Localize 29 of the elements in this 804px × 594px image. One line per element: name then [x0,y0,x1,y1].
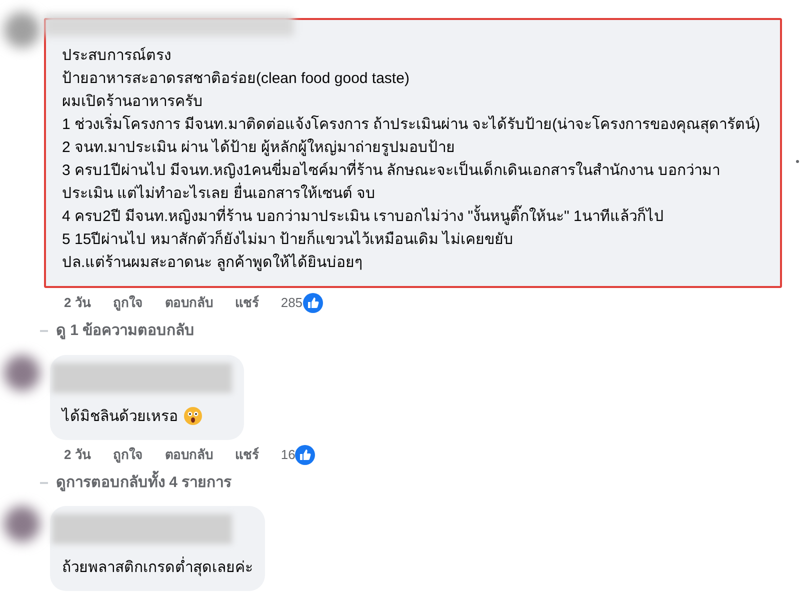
thumbs-up-icon [295,444,316,464]
comment-text: 1 ช่วงเริ่มโครงการ มีจนท.มาติดต่อแจ้งโครงการ ถ้าประเมินผ่าน จะได้รับป้าย(น่าจะโครงการของคุณสุดารัตน์) [62,113,764,136]
view-replies-link[interactable]: ดูการตอบกลับทั้ง 4 รายการ [56,472,232,494]
avatar[interactable] [4,506,40,542]
comment-text: 2 จนท.มาประเมิน ผ่าน ได้ป้าย ผู้หลักผู้ใหญ่มาถ่ายรูปมอบป้าย [62,138,456,158]
action-link[interactable]: แชร์ [234,293,259,313]
avatar[interactable] [4,354,40,390]
action-link[interactable]: แชร์ [234,444,259,464]
comment-text: ผมเปิดร้านอาหารครับ [62,92,204,112]
comment-text: ป้ายอาหารสะอาดรสชาติอร่อย(clean food good taste) [62,69,410,89]
like-count[interactable]: 16 [280,444,296,464]
comment-text: 5 15ปีผ่านไป หมาสักตัวก็ยังไม่มา ป้ายก็แขวนไว้เหมือนเดิม ไม่เคยขยับ [62,228,515,250]
comment-time[interactable]: 2 วัน [64,444,91,464]
comment-text: ถ้วยพลาสติกเกรดต่ำสุดเลยค่ะ [62,556,253,579]
comment-text: 4 ครบ2ปี มีจนท.หญิงมาที่ร้าน บอกว่ามาประเมิน เราบอกไม่ว่าง "งั้นหนูติ๊กให้นะ" 1นาทีแล้วก็ไป [62,205,764,228]
action-link[interactable]: ตอบกลับ [164,293,213,313]
thumbs-up-icon [302,293,323,313]
menu-icon[interactable] [796,160,799,163]
action-link[interactable]: ตอบกลับ [164,444,213,464]
action-link[interactable]: ถูกใจ [112,293,143,313]
comment-time[interactable]: 2 วัน [64,293,91,313]
comment-text: ประสบการณ์ตรง [62,46,172,66]
action-link[interactable]: ถูกใจ [112,444,143,464]
comment-text: ได้มิชลินด้วยเหรอ [62,406,178,426]
comment-text: ปล.แต่ร้านผมสะอาดนะ ลูกค้าพูดให้ได้ยินบ่อยๆ [62,252,364,273]
comment-text: 3 ครบ1ปีผ่านไป มีจนท.หญิง1คนขี่มอไซค์มาที่ร้าน ลักษณะจะเป็นเด็กเดินเอกสารในสำนักงาน บอกว่ามาประเมิน แต่ไม่ทำอะไรเลย ยื่นเอกสารให้เซนต์ จบ [62,159,764,205]
view-replies-link[interactable]: ดู 1 ข้อความตอบกลับ [56,320,195,342]
avatar[interactable] [4,12,40,48]
like-count[interactable]: 285 [280,293,303,313]
